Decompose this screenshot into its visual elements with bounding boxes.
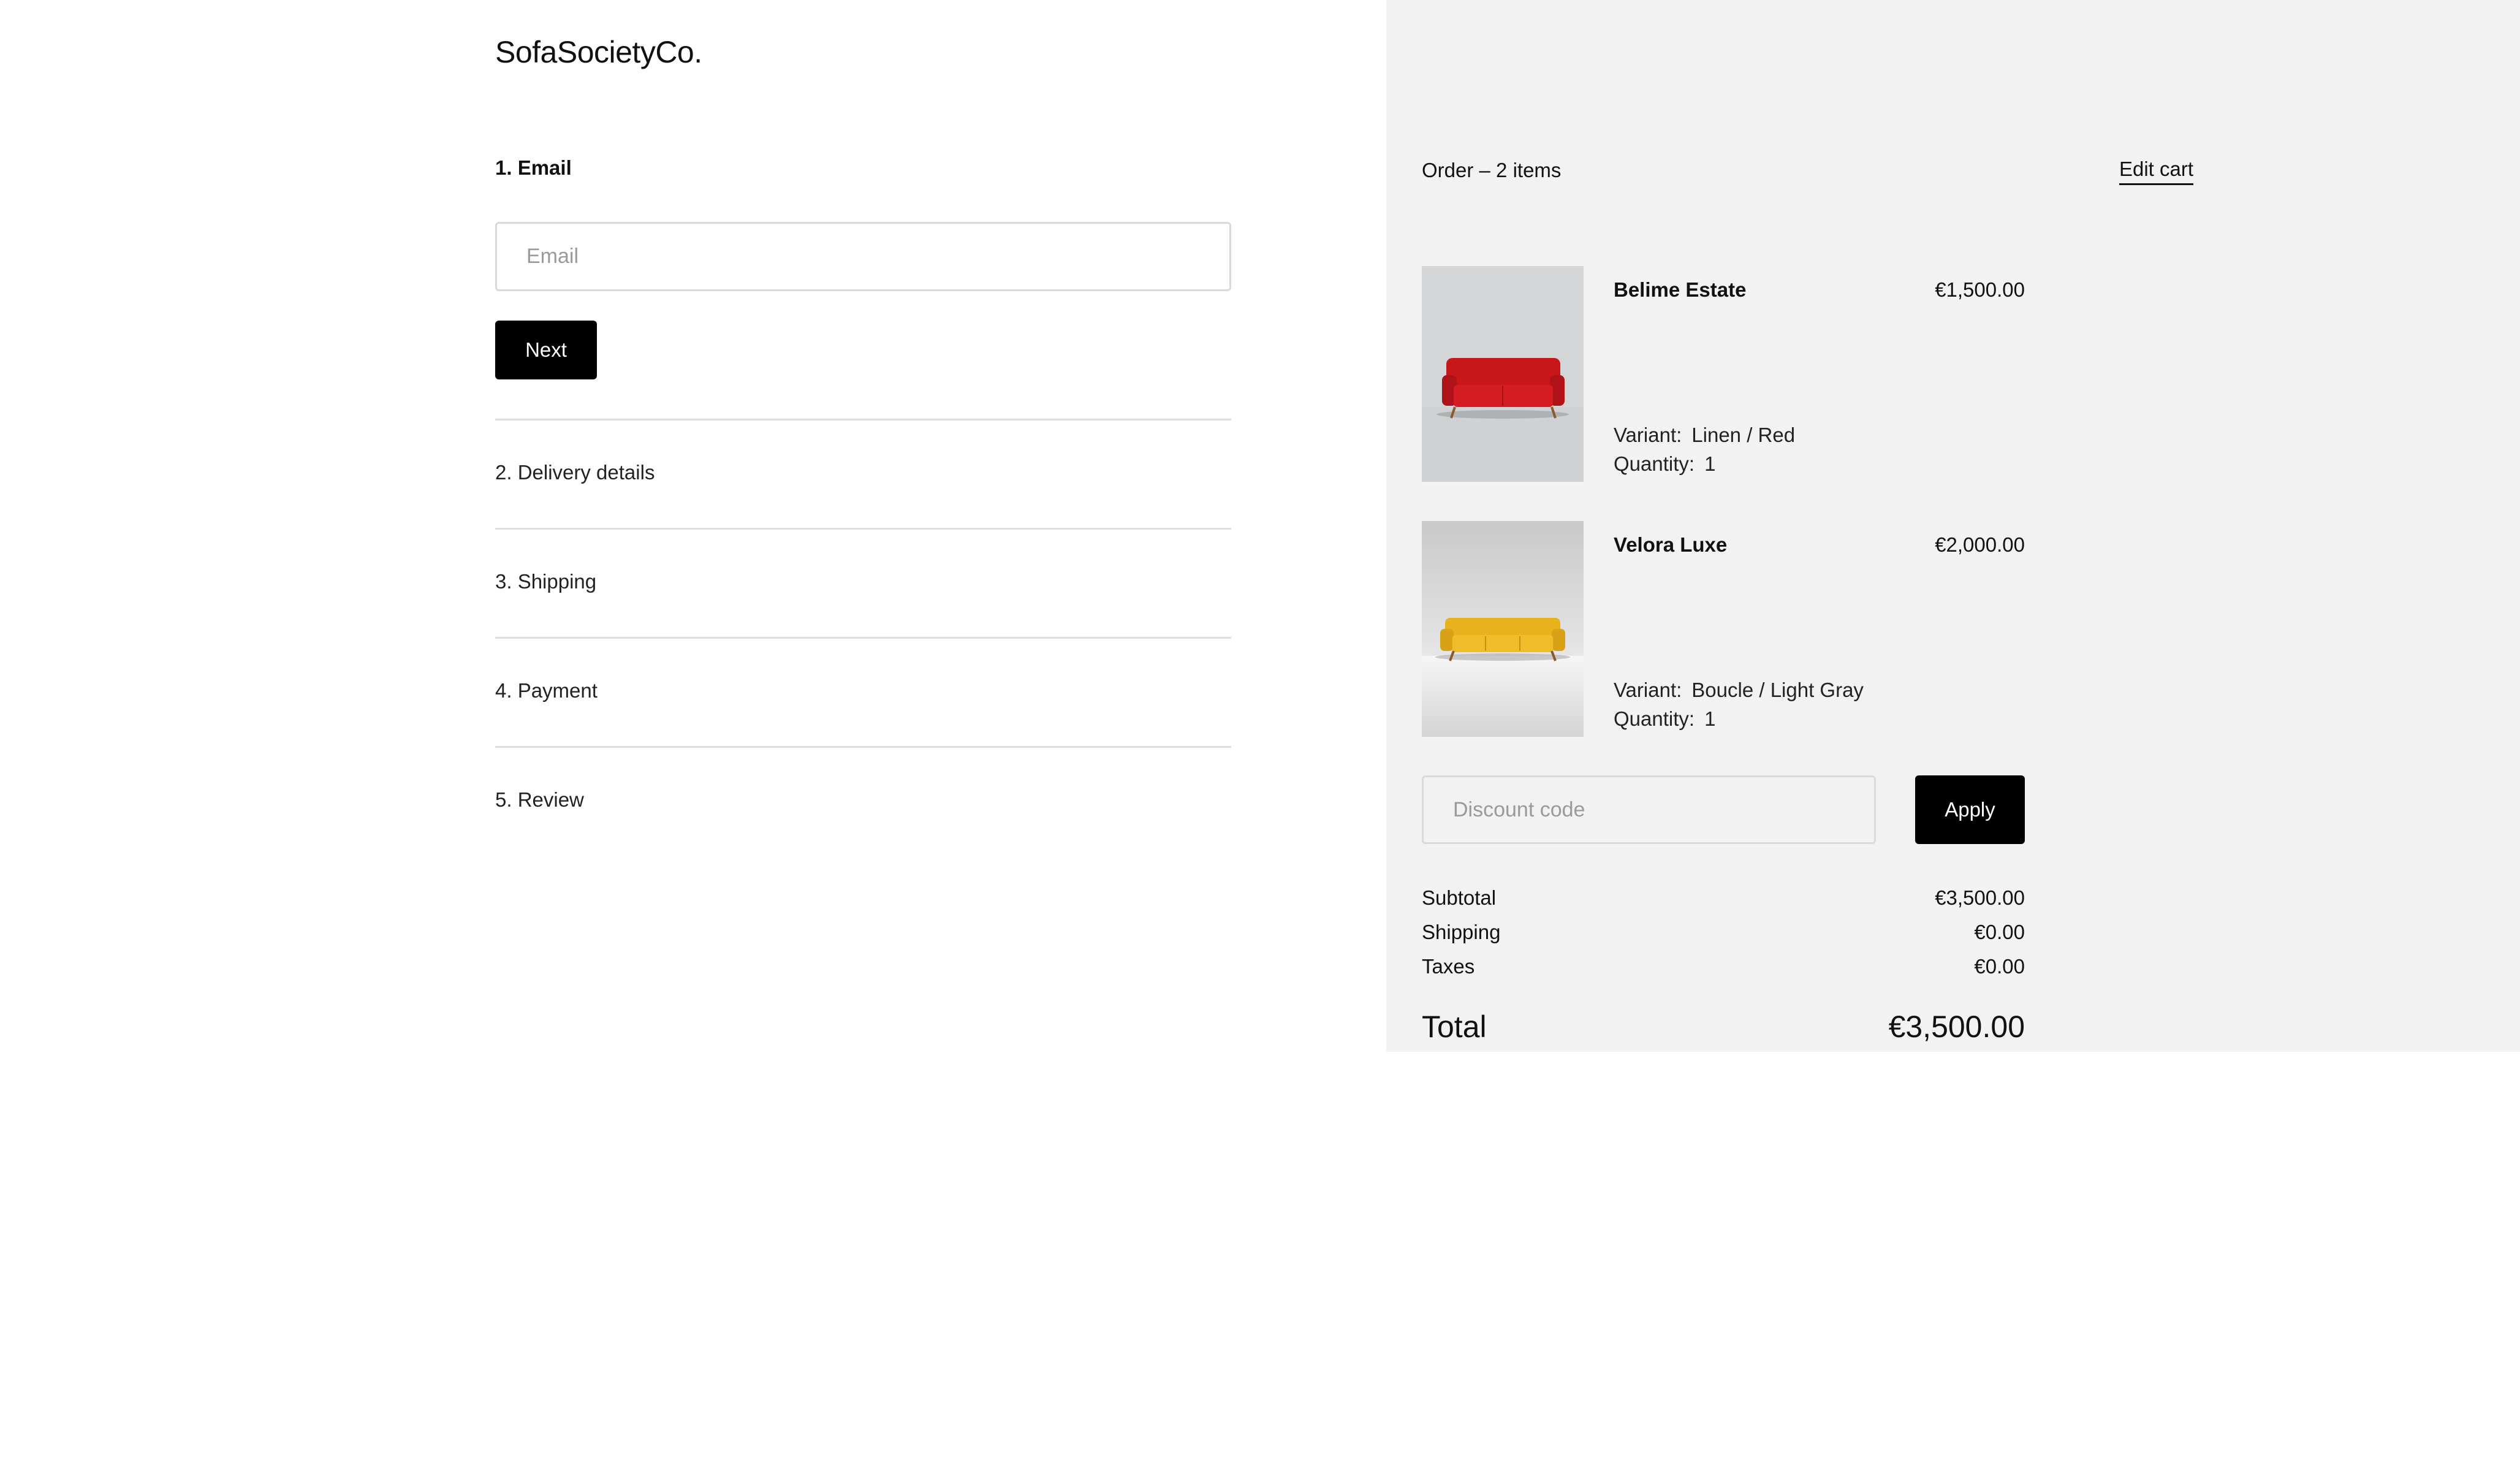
order-summary-panel: Order – 2 items Edit cart Belime Estate … <box>1386 0 2520 1052</box>
taxes-value: €0.00 <box>1974 955 2025 978</box>
step-email-title: 1. Email <box>495 156 572 179</box>
next-button[interactable]: Next <box>495 321 597 379</box>
total-row: Total €3,500.00 <box>1422 1009 2025 1044</box>
item-price: €1,500.00 <box>1935 278 2025 301</box>
red-sofa-image <box>1422 266 1584 482</box>
shipping-row: Shipping €0.00 <box>1422 921 2025 944</box>
step-divider <box>495 419 1231 420</box>
variant-label: Variant: <box>1614 679 1682 701</box>
email-input[interactable] <box>495 222 1231 291</box>
subtotal-label: Subtotal <box>1422 886 1497 909</box>
checkout-form-column: SofaSocietyCo. 1. Email Next 2. Delivery… <box>0 0 1386 1476</box>
item-name: Velora Luxe <box>1614 533 1728 556</box>
total-label: Total <box>1422 1010 1487 1044</box>
order-title: Order – 2 items <box>1422 159 1562 181</box>
item-price: €2,000.00 <box>1935 533 2025 556</box>
cart-item: Belime Estate €1,500.00 Variant: Linen / … <box>1422 266 2025 482</box>
shipping-label: Shipping <box>1422 921 1501 943</box>
variant-label: Variant: <box>1614 424 1682 446</box>
step-delivery-details: 2. Delivery details <box>495 461 655 484</box>
subtotal-row: Subtotal €3,500.00 <box>1422 886 2025 910</box>
brand-logo[interactable]: SofaSocietyCo. <box>495 34 702 70</box>
apply-discount-button[interactable]: Apply <box>1915 775 2025 844</box>
item-variant: Variant: Linen / Red <box>1614 424 1795 447</box>
step-divider <box>495 746 1231 748</box>
quantity-label: Quantity: <box>1614 707 1695 730</box>
cart-item: Velora Luxe €2,000.00 Variant: Boucle / L… <box>1422 521 2025 737</box>
variant-value: Linen / Red <box>1691 424 1796 446</box>
total-value: €3,500.00 <box>1888 1010 2025 1044</box>
step-divider <box>495 637 1231 639</box>
step-shipping: 3. Shipping <box>495 570 597 593</box>
item-quantity: Quantity: 1 <box>1614 452 1715 476</box>
quantity-value: 1 <box>1704 452 1716 475</box>
step-divider <box>495 528 1231 530</box>
subtotal-value: €3,500.00 <box>1935 886 2025 909</box>
taxes-row: Taxes €0.00 <box>1422 955 2025 978</box>
step-review: 5. Review <box>495 788 584 811</box>
yellow-sofa-image <box>1422 521 1584 737</box>
item-variant: Variant: Boucle / Light Gray <box>1614 679 1864 702</box>
edit-cart-link[interactable]: Edit cart <box>2119 158 2193 185</box>
checkout-page: SofaSocietyCo. 1. Email Next 2. Delivery… <box>0 0 2520 1476</box>
discount-code-input[interactable] <box>1422 775 1876 844</box>
taxes-label: Taxes <box>1422 955 1475 978</box>
quantity-label: Quantity: <box>1614 452 1695 475</box>
shipping-value: €0.00 <box>1974 921 2025 943</box>
quantity-value: 1 <box>1704 707 1716 730</box>
step-payment: 4. Payment <box>495 679 598 702</box>
item-quantity: Quantity: 1 <box>1614 707 1715 731</box>
variant-value: Boucle / Light Gray <box>1691 679 1864 701</box>
item-name: Belime Estate <box>1614 278 1747 301</box>
